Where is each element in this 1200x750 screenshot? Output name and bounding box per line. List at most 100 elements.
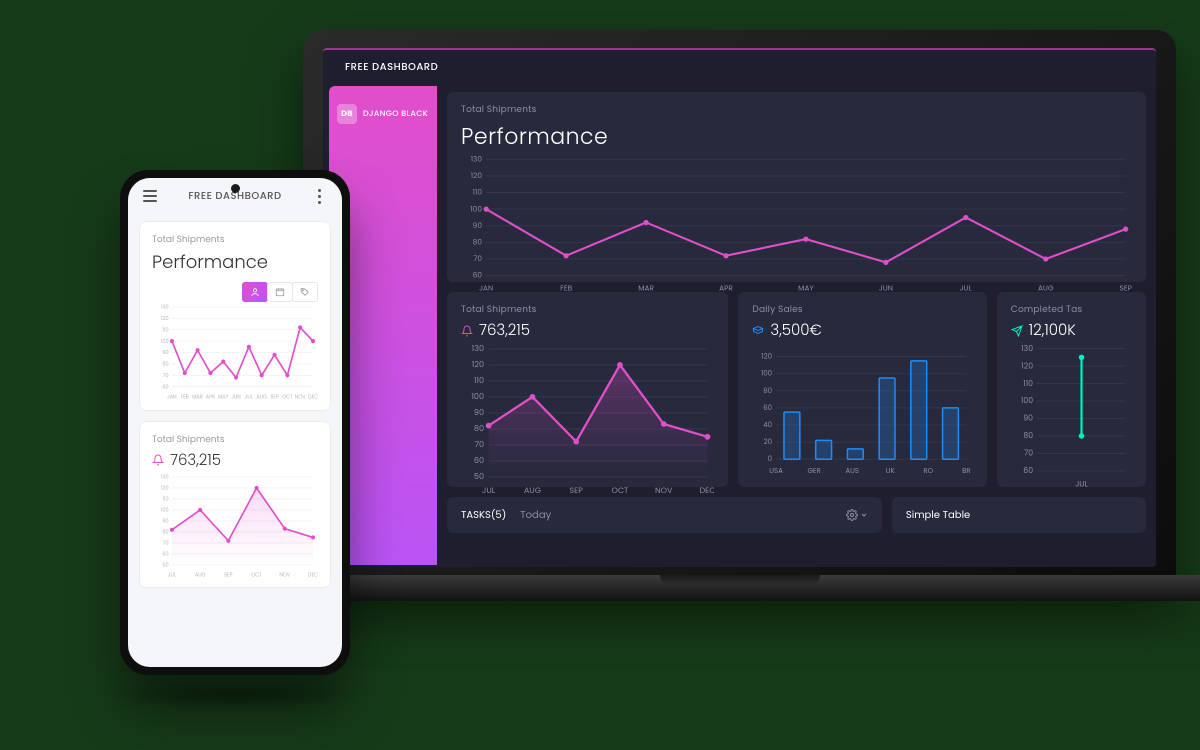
svg-text:JUL: JUL (168, 571, 177, 578)
simple-table-title: Simple Table (906, 507, 970, 523)
svg-text:130: 130 (472, 343, 484, 354)
svg-text:BR: BR (962, 467, 971, 476)
svg-text:90: 90 (473, 220, 483, 231)
seg-sessions[interactable] (292, 282, 318, 302)
card-subtitle: Completed Tas (1011, 304, 1132, 317)
svg-text:MAR: MAR (192, 393, 203, 400)
svg-text:JUL: JUL (482, 485, 496, 496)
svg-text:FEB: FEB (181, 393, 189, 400)
svg-text:100: 100 (470, 203, 482, 214)
bottom-row: TASKS(5) Today Simple Table (447, 497, 1146, 533)
svg-text:APR: APR (206, 393, 215, 400)
phone-shipments-card: Total Shipments 763,215 5060708090100110… (140, 422, 330, 588)
svg-text:AUG: AUG (195, 571, 206, 578)
svg-text:40: 40 (764, 421, 773, 430)
svg-text:130: 130 (161, 473, 169, 480)
svg-text:120: 120 (1021, 360, 1033, 371)
chevron-down-icon (860, 511, 868, 519)
svg-text:60: 60 (764, 404, 773, 413)
svg-text:80: 80 (474, 423, 484, 434)
svg-text:110: 110 (162, 326, 168, 333)
phone-main: Total Shipments Performance (128, 214, 342, 607)
svg-text:AUS: AUS (846, 467, 860, 476)
laptop-notch (660, 575, 820, 585)
svg-text:NOV: NOV (295, 393, 306, 400)
svg-text:70: 70 (473, 253, 482, 264)
sidebar-item-brand[interactable]: DB DJANGO BLACK (329, 98, 437, 130)
svg-text:60: 60 (1023, 465, 1033, 476)
svg-text:130: 130 (471, 153, 483, 164)
svg-text:DEC: DEC (699, 485, 714, 496)
svg-text:70: 70 (163, 539, 169, 546)
svg-text:SEP: SEP (569, 485, 583, 496)
phone-performance-chart: 60708090100110120130JANFEBMARAPRMAYJUNJU… (152, 302, 318, 402)
user-icon (250, 287, 260, 297)
svg-text:60: 60 (473, 270, 483, 281)
calendar-icon (275, 287, 285, 297)
tasks-title: TASKS(5) (461, 507, 506, 523)
svg-text:SEP: SEP (270, 393, 278, 400)
svg-text:OCT: OCT (282, 393, 293, 400)
svg-text:20: 20 (764, 438, 772, 447)
phone-performance-card: Total Shipments Performance (140, 222, 330, 410)
performance-card: Total Shipments Performance 607080901001… (447, 92, 1146, 282)
delivery-icon (752, 325, 764, 337)
svg-text:100: 100 (1021, 395, 1033, 406)
card-value: 763,215 (152, 449, 318, 472)
svg-text:0: 0 (768, 455, 772, 464)
card-title: Performance (152, 249, 318, 276)
svg-text:80: 80 (473, 237, 483, 248)
svg-text:120: 120 (471, 170, 483, 181)
shipments-card: Total Shipments 763,215 5060708090100110… (447, 292, 728, 487)
svg-text:70: 70 (475, 439, 484, 450)
svg-text:50: 50 (162, 561, 168, 568)
card-subtitle: Total Shipments (461, 304, 714, 317)
svg-text:NOV: NOV (279, 571, 290, 578)
settings-button[interactable] (846, 509, 868, 521)
svg-text:JUL: JUL (1075, 478, 1088, 487)
dashboard-layout: DB DJANGO BLACK Total Shipments Performa… (323, 84, 1156, 567)
svg-text:80: 80 (1023, 430, 1033, 441)
send-icon (1011, 325, 1023, 337)
phone-shadow (110, 680, 360, 710)
svg-text:120: 120 (762, 353, 773, 362)
svg-text:100: 100 (471, 391, 484, 402)
card-value: 3,500€ (752, 319, 972, 342)
svg-text:OCT: OCT (612, 485, 630, 496)
brand-badge: DB (337, 104, 357, 124)
sales-chart: 020406080100120USAGERAUSUKROBR (752, 342, 972, 477)
gear-icon (846, 509, 858, 521)
svg-text:130: 130 (161, 304, 169, 311)
svg-text:JUN: JUN (231, 393, 241, 400)
laptop-mockup: FREE DASHBOARD DB DJANGO BLACK Total Shi… (303, 30, 1176, 655)
svg-text:JAN: JAN (167, 393, 177, 400)
tasks-tab-today[interactable]: Today (520, 507, 551, 523)
svg-text:100: 100 (161, 338, 169, 345)
laptop-screen: FREE DASHBOARD DB DJANGO BLACK Total Shi… (323, 48, 1156, 567)
svg-text:80: 80 (764, 387, 773, 396)
sales-card: Daily Sales 3,500€ 020406080100120USAGER… (738, 292, 986, 487)
simple-table-panel: Simple Table (892, 497, 1146, 533)
svg-text:120: 120 (161, 315, 169, 322)
card-subtitle: Total Shipments (152, 234, 318, 247)
svg-text:120: 120 (161, 484, 169, 491)
svg-text:90: 90 (1023, 413, 1033, 424)
svg-text:USA: USA (770, 467, 784, 476)
svg-text:NOV: NOV (655, 485, 673, 496)
more-button[interactable] (312, 189, 328, 204)
svg-text:UK: UK (886, 467, 896, 476)
phone-camera (231, 184, 240, 193)
svg-text:GER: GER (808, 467, 821, 476)
menu-button[interactable] (142, 190, 158, 202)
svg-text:90: 90 (162, 349, 168, 356)
svg-text:80: 80 (162, 528, 168, 535)
shipments-chart: 5060708090100110120130JULAUGSEPOCTNOVDEC (461, 342, 714, 498)
svg-text:AUG: AUG (524, 485, 541, 496)
app-title: FREE DASHBOARD (345, 59, 438, 75)
seg-accounts[interactable] (242, 282, 268, 302)
svg-text:110: 110 (1023, 378, 1033, 389)
sidebar-brand-label: DJANGO BLACK (363, 108, 428, 120)
seg-purchases[interactable] (267, 282, 293, 302)
tag-icon (300, 287, 310, 297)
tasks-card: Completed Tas 12,100K 607080901001101201… (997, 292, 1146, 487)
